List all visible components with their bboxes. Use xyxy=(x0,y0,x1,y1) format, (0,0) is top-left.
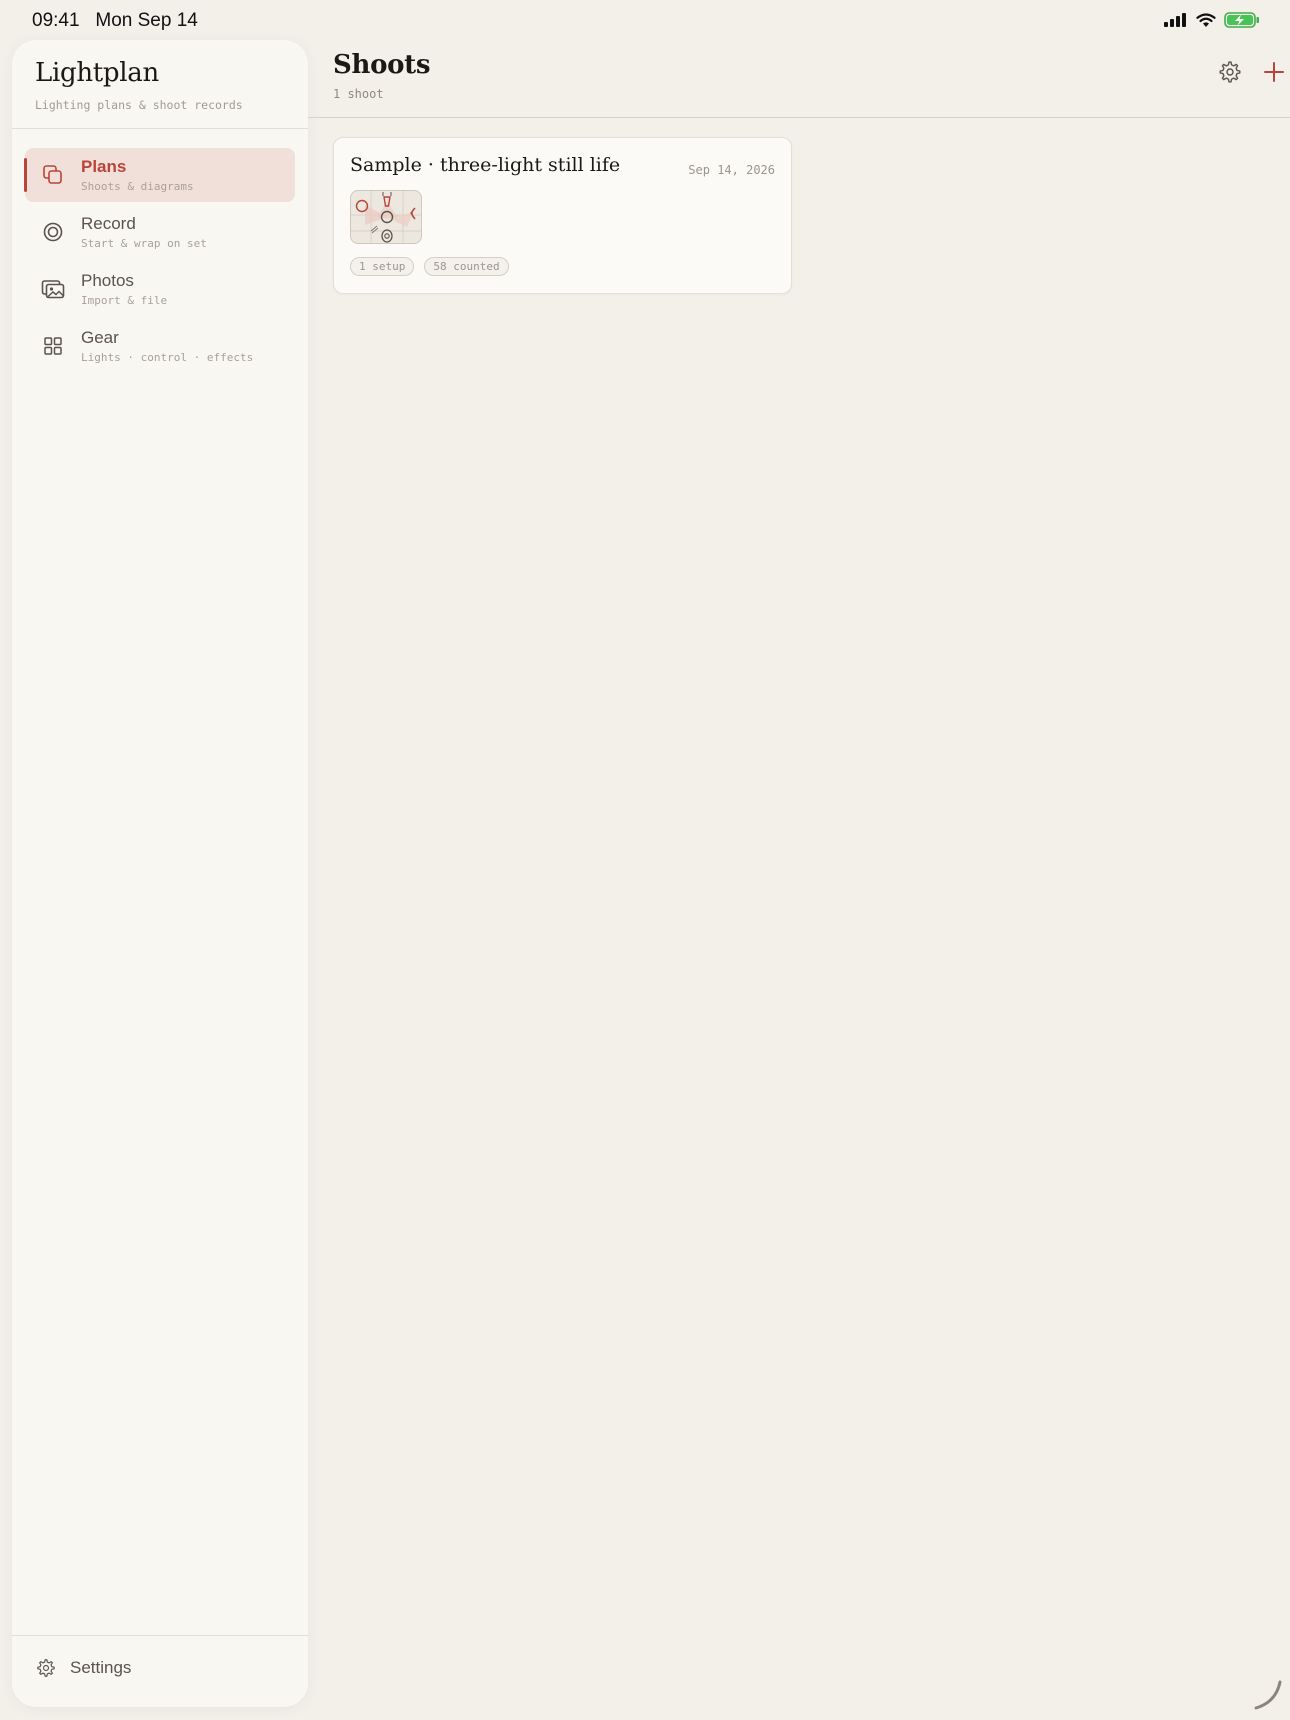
sidebar-item-record[interactable]: Record Start & wrap on set xyxy=(25,205,295,259)
shoot-card[interactable]: Sample · three-light still life Sep 14, … xyxy=(333,137,792,294)
status-icons xyxy=(1164,10,1260,30)
battery-charging-icon xyxy=(1224,12,1259,28)
sidebar-item-subtitle: Lights · control · effects xyxy=(81,351,254,364)
setup-count-tag: 1 setup xyxy=(350,257,415,276)
gear-icon xyxy=(37,1659,55,1677)
sidebar-divider xyxy=(12,128,308,129)
shoot-title: Sample · three-light still life xyxy=(350,154,621,176)
page-title: Shoots xyxy=(333,50,431,80)
shoot-date: Sep 14, 2026 xyxy=(688,163,775,177)
app-subtitle: Lighting plans & shoot records xyxy=(35,98,243,112)
app-title: Lightplan xyxy=(35,58,159,88)
wifi-icon xyxy=(1196,12,1216,27)
sidebar-item-label: Photos xyxy=(81,271,134,290)
sidebar-item-subtitle: Import & file xyxy=(81,294,168,307)
grid-icon xyxy=(41,334,65,358)
sidebar-item-plans[interactable]: Plans Shoots & diagrams xyxy=(24,148,295,202)
sidebar-item-label: Gear xyxy=(81,328,119,347)
plus-icon xyxy=(1264,62,1284,82)
status-time: 09:41 Mon Sep 14 xyxy=(32,10,198,32)
record-icon xyxy=(41,220,65,244)
header-settings-button[interactable] xyxy=(1212,54,1248,90)
sidebar-item-gear[interactable]: Gear Lights · control · effects xyxy=(25,319,295,373)
lighting-diagram-thumbnail xyxy=(350,190,422,244)
settings-label: Settings xyxy=(70,1658,132,1677)
photos-icon xyxy=(41,277,65,301)
add-shoot-button[interactable] xyxy=(1256,54,1290,90)
status-clock: 09:41 xyxy=(32,10,80,31)
status-date: Mon Sep 14 xyxy=(95,10,198,31)
sidebar-item-label: Record xyxy=(81,214,136,233)
sidebar-item-subtitle: Start & wrap on set xyxy=(81,237,207,250)
sidebar-nav: Plans Shoots & diagrams Record Start & w… xyxy=(24,148,295,376)
gear-icon xyxy=(1219,61,1241,83)
resize-handle-icon[interactable] xyxy=(1250,1678,1284,1712)
sidebar-settings-button[interactable]: Settings xyxy=(36,1652,131,1684)
plans-icon xyxy=(41,163,65,187)
sidebar-item-subtitle: Shoots & diagrams xyxy=(81,180,194,193)
main-header: Shoots 1 shoot xyxy=(308,40,1290,118)
brand: Lightplan Lighting plans & shoot records xyxy=(35,58,243,112)
signal-icon xyxy=(1164,13,1186,27)
shoot-count: 1 shoot xyxy=(333,87,384,101)
shoot-tags: 1 setup 58 counted xyxy=(350,257,509,276)
status-bar: 09:41 Mon Sep 14 xyxy=(0,0,1290,40)
sidebar: Lightplan Lighting plans & shoot records… xyxy=(12,40,308,1707)
sidebar-item-photos[interactable]: Photos Import & file xyxy=(25,262,295,316)
counted-tag: 58 counted xyxy=(424,257,509,276)
sidebar-footer-divider xyxy=(12,1635,308,1636)
sidebar-item-label: Plans xyxy=(81,157,127,176)
